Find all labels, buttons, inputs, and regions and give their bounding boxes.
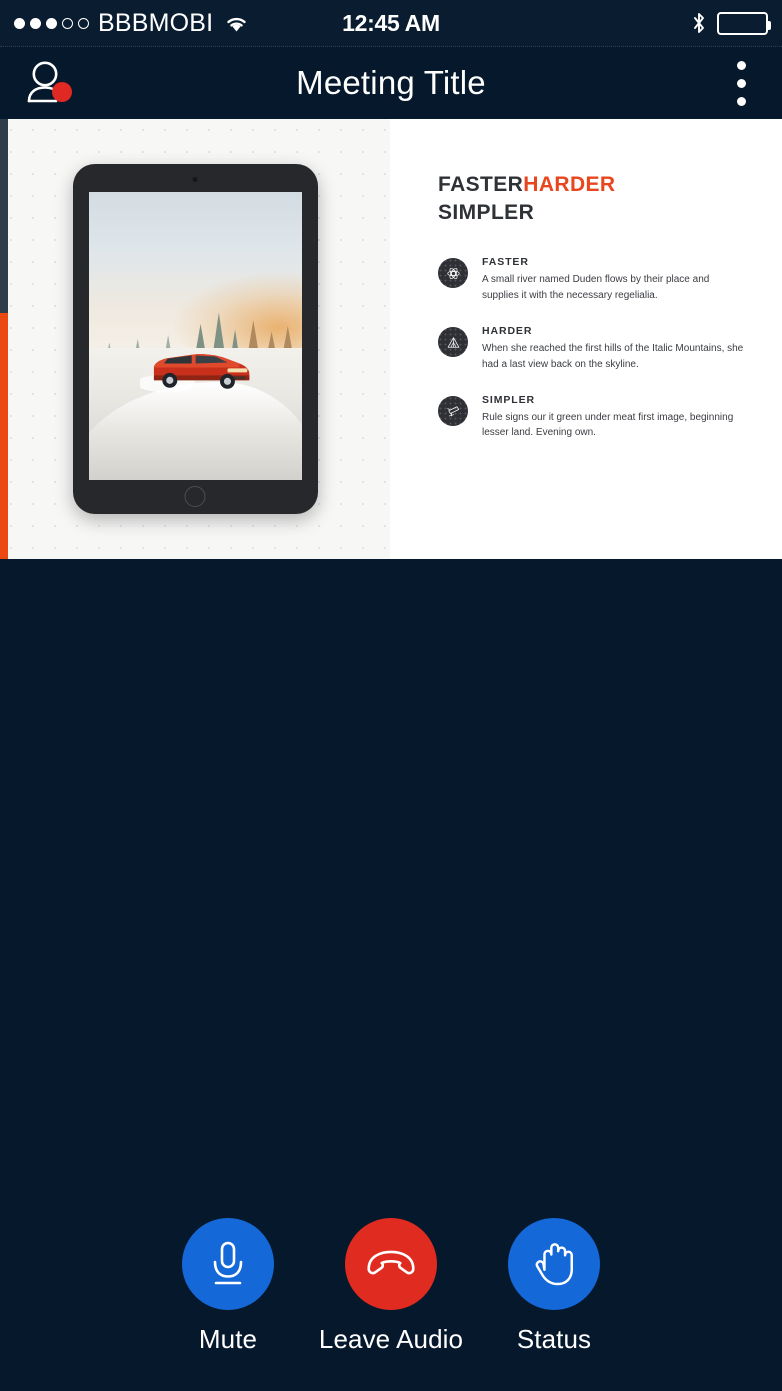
phone-hangup-icon xyxy=(367,1250,415,1275)
clock-label: 12:45 AM xyxy=(342,9,440,36)
slide-heading-word-3: SIMPLER xyxy=(438,200,535,224)
feature-item: SIMPLER Rule signs our it green under me… xyxy=(438,394,746,442)
feature-title: HARDER xyxy=(482,325,533,338)
leave-audio-button-label: Leave Audio xyxy=(318,1324,464,1354)
user-presence-icon[interactable] xyxy=(24,60,74,106)
slide-edge-bar-dark xyxy=(0,119,8,313)
meeting-controls-bar: Mute Leave Audio Status xyxy=(0,1211,782,1391)
photo-red-suv xyxy=(139,354,249,393)
record-dot xyxy=(52,82,72,102)
slide-feature-list: FASTER A small river named Duden flows b… xyxy=(438,256,746,441)
status-button[interactable]: Status xyxy=(494,1218,614,1355)
kebab-dot-2 xyxy=(736,78,746,88)
feature-body: SIMPLER Rule signs our it green under me… xyxy=(482,394,746,442)
signal-dot-4 xyxy=(62,17,73,29)
mute-button-circle[interactable] xyxy=(182,1218,274,1310)
mute-button[interactable]: Mute xyxy=(168,1218,288,1355)
carrier-label: BBBMOBI xyxy=(98,8,214,37)
system-status-bar: BBBMOBI 12:45 AM xyxy=(0,0,782,47)
page-title: Meeting Title xyxy=(0,47,782,119)
kebab-dot-1 xyxy=(736,60,746,70)
mute-button-label: Mute xyxy=(198,1324,258,1354)
meeting-stage: FASTERHARDER SIMPLER FASTER A small rive… xyxy=(0,119,782,1211)
tablet-screen xyxy=(88,192,302,480)
status-bar-right xyxy=(692,11,771,35)
status-button-label: Status xyxy=(516,1324,592,1354)
kebab-dot-3 xyxy=(736,96,746,106)
feature-item: HARDER When she reached the first hills … xyxy=(438,325,746,373)
slide-content-panel: FASTERHARDER SIMPLER FASTER A small rive… xyxy=(390,119,782,559)
feature-title: FASTER xyxy=(482,256,529,269)
meeting-app-bar: Meeting Title xyxy=(0,47,782,119)
raised-hand-icon xyxy=(535,1243,573,1286)
signal-strength-indicator xyxy=(14,17,89,29)
meeting-title-label: Meeting Title xyxy=(296,64,486,101)
slide-heading: FASTERHARDER SIMPLER xyxy=(438,171,746,226)
feature-text: Rule signs our it green under meat first… xyxy=(482,411,734,439)
signal-dot-1 xyxy=(14,17,25,29)
leave-audio-button-circle[interactable] xyxy=(345,1218,437,1310)
feature-text: A small river named Duden flows by their… xyxy=(482,274,710,302)
feature-body: FASTER A small river named Duden flows b… xyxy=(482,256,746,304)
mountain-tent-icon xyxy=(438,327,468,358)
leave-audio-button[interactable]: Leave Audio xyxy=(319,1218,463,1355)
bluetooth-icon xyxy=(692,12,706,34)
tablet-device-mockup xyxy=(72,164,318,514)
status-bar-left: BBBMOBI xyxy=(14,9,249,38)
microphone-icon xyxy=(213,1241,243,1285)
status-button-circle[interactable] xyxy=(508,1218,600,1310)
feature-title: SIMPLER xyxy=(482,393,535,406)
feature-item: FASTER A small river named Duden flows b… xyxy=(438,256,746,304)
signal-dot-5 xyxy=(78,17,89,29)
tablet-camera-dot xyxy=(192,177,198,182)
telescope-icon xyxy=(438,395,468,426)
atom-molecule-icon xyxy=(438,258,468,289)
presentation-slide[interactable]: FASTERHARDER SIMPLER FASTER A small rive… xyxy=(0,119,782,559)
slide-device-panel xyxy=(0,119,390,559)
meeting-app-screen: BBBMOBI 12:45 AM Meeting Title FASTERHAR… xyxy=(0,0,782,1391)
feature-text: When she reached the first hills of the … xyxy=(482,343,744,370)
signal-dot-2 xyxy=(30,17,41,29)
battery-icon xyxy=(717,11,771,35)
tablet-home-button xyxy=(184,486,206,507)
slide-heading-word-1: FASTER xyxy=(438,173,524,196)
slide-edge-bar-orange xyxy=(0,312,8,559)
wifi-icon xyxy=(224,14,249,33)
feature-body: HARDER When she reached the first hills … xyxy=(482,325,746,373)
kebab-menu-icon[interactable] xyxy=(724,57,758,109)
signal-dot-3 xyxy=(46,17,57,29)
slide-heading-word-2: HARDER xyxy=(523,173,616,196)
